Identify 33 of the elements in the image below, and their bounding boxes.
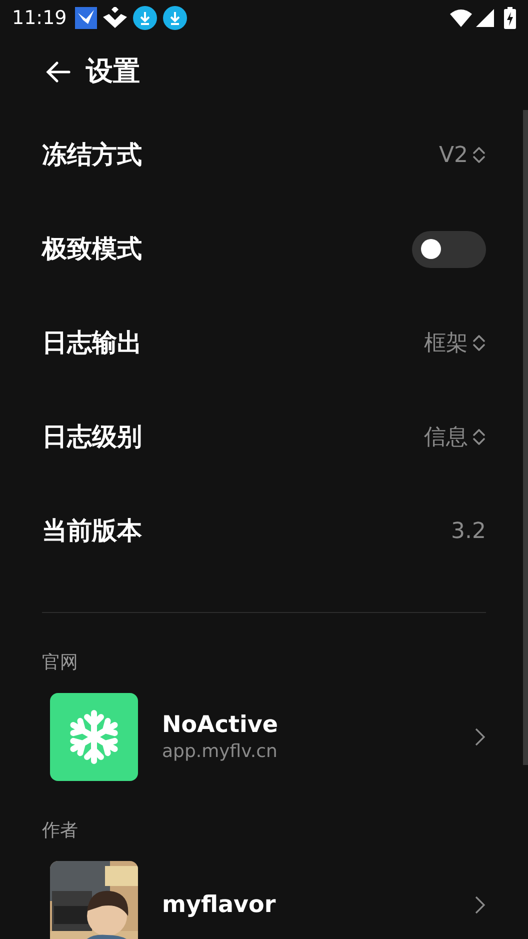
up-down-chevron-icon: [472, 145, 486, 165]
status-time: 11:19: [12, 6, 67, 31]
version-value: 3.2: [451, 518, 486, 546]
select-value[interactable]: 框架: [424, 326, 486, 360]
up-down-chevron-icon: [472, 333, 486, 353]
select-value[interactable]: 信息: [424, 420, 486, 454]
up-down-chevron-icon: [472, 427, 486, 447]
link-row[interactable]: myflavor: [42, 861, 486, 939]
setting-label: 冻结方式: [42, 139, 142, 172]
link-title: myflavor: [162, 891, 276, 920]
section-heading: 作者: [42, 819, 78, 843]
link-row[interactable]: NoActive app.myflv.cn: [42, 693, 486, 781]
diamond-app-icon: [102, 7, 127, 29]
chevron-right-icon: [474, 895, 486, 915]
back-arrow-icon: [45, 60, 71, 84]
signal-icon: [476, 9, 494, 27]
select-value[interactable]: V2: [438, 138, 486, 172]
toggle-switch[interactable]: [412, 230, 486, 268]
wifi-icon: [450, 9, 472, 27]
setting-label: 极致模式: [42, 233, 142, 266]
snowflake-icon: [68, 709, 120, 765]
setting-label: 日志级别: [42, 421, 142, 454]
link-subtitle: app.myflv.cn: [162, 740, 278, 764]
download-icon: [132, 6, 157, 30]
section-heading: 官网: [42, 651, 78, 675]
page-title: 设置: [86, 54, 140, 89]
battery-icon: [504, 7, 516, 29]
bird-app-icon: [74, 7, 97, 29]
download-icon: [162, 6, 187, 30]
link-title: NoActive: [162, 711, 278, 740]
chevron-right-icon: [474, 727, 486, 747]
setting-label: 日志输出: [42, 327, 142, 360]
setting-label: 当前版本: [42, 515, 142, 548]
